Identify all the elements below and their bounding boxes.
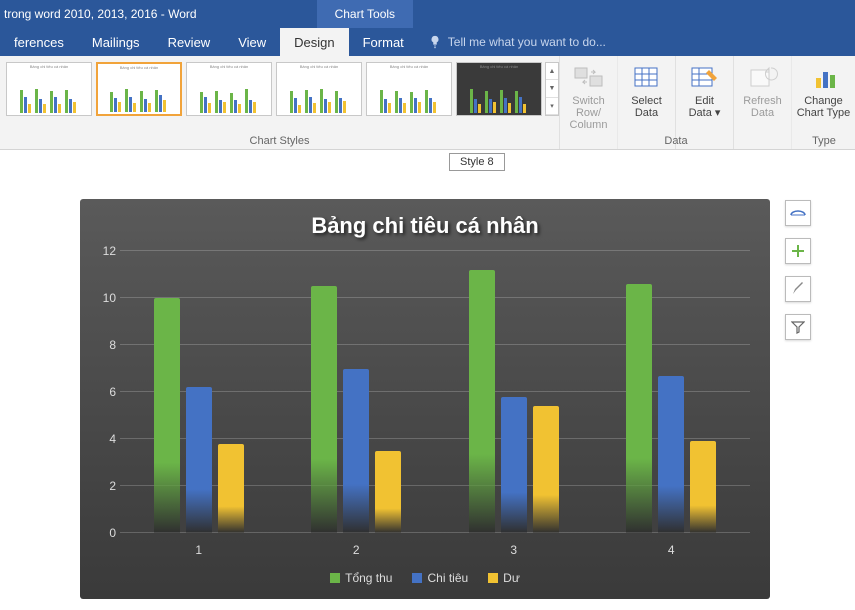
- select-data-icon: [631, 64, 663, 92]
- chart-side-buttons: [785, 200, 811, 340]
- chart-title[interactable]: Bảng chi tiêu cá nhân: [80, 199, 770, 245]
- legend-item[interactable]: Dư: [488, 571, 520, 585]
- contextual-tab-chart-tools[interactable]: Chart Tools: [317, 0, 413, 28]
- chart-type-icon: [808, 64, 840, 92]
- tab-view[interactable]: View: [224, 28, 280, 56]
- legend-item[interactable]: Chi tiêu: [412, 571, 468, 585]
- tab-references[interactable]: ferences: [0, 28, 78, 56]
- bar-Dư[interactable]: [375, 451, 401, 533]
- legend-swatch: [488, 573, 498, 583]
- y-tick: 2: [109, 479, 116, 493]
- group-label-type: Type: [792, 135, 855, 147]
- x-axis-labels: 1234: [120, 543, 750, 557]
- scroll-up-button[interactable]: ▲: [546, 63, 558, 80]
- tab-mailings[interactable]: Mailings: [78, 28, 154, 56]
- layout-icon: [790, 205, 806, 221]
- legend-label: Tổng thu: [345, 571, 392, 585]
- legend-swatch: [412, 573, 422, 583]
- bar-Tổng thu[interactable]: [626, 284, 652, 533]
- y-tick: 4: [109, 432, 116, 446]
- group-label-styles: Chart Styles: [0, 135, 559, 147]
- category-group: [593, 251, 751, 533]
- document-title: trong word 2010, 2013, 2016 - Word: [0, 7, 197, 21]
- style-thumb-3[interactable]: Bảng chi tiêu cá nhân: [186, 62, 272, 116]
- layout-options-button[interactable]: [785, 200, 811, 226]
- category-group: [278, 251, 436, 533]
- lightbulb-icon: [428, 35, 442, 49]
- bar-Chi tiêu[interactable]: [658, 376, 684, 533]
- legend-item[interactable]: Tổng thu: [330, 571, 392, 585]
- group-label-data: Data: [560, 135, 792, 147]
- chart-object[interactable]: Bảng chi tiêu cá nhân 024681012 1234 Tổn…: [80, 199, 770, 599]
- switch-rc-icon: [573, 64, 605, 92]
- plus-icon: [791, 244, 805, 258]
- y-axis: 024681012: [84, 251, 116, 533]
- tab-format[interactable]: Format: [349, 28, 418, 56]
- category-group: [435, 251, 593, 533]
- bar-Dư[interactable]: [690, 441, 716, 533]
- category-group: [120, 251, 278, 533]
- y-tick: 8: [109, 338, 116, 352]
- tell-me-search[interactable]: Tell me what you want to do...: [428, 35, 606, 49]
- legend-label: Chi tiêu: [427, 571, 468, 585]
- bar-Tổng thu[interactable]: [154, 298, 180, 533]
- refresh-icon: [747, 64, 779, 92]
- bar-Tổng thu[interactable]: [311, 286, 337, 533]
- y-tick: 0: [109, 526, 116, 540]
- tab-review[interactable]: Review: [154, 28, 225, 56]
- bar-Chi tiêu[interactable]: [186, 387, 212, 533]
- funnel-icon: [791, 320, 805, 334]
- edit-data-icon: [689, 64, 721, 92]
- ribbon: Bảng chi tiêu cá nhânBảng chi tiêu cá nh…: [0, 56, 855, 150]
- style-thumb-1[interactable]: Bảng chi tiêu cá nhân: [6, 62, 92, 116]
- bars-layer: [120, 251, 750, 533]
- style-thumb-5[interactable]: Bảng chi tiêu cá nhân: [366, 62, 452, 116]
- bar-Dư[interactable]: [533, 406, 559, 533]
- x-label: 1: [120, 543, 278, 557]
- chart-elements-button[interactable]: [785, 238, 811, 264]
- chart-filters-button[interactable]: [785, 314, 811, 340]
- legend-swatch: [330, 573, 340, 583]
- bar-Tổng thu[interactable]: [469, 270, 495, 533]
- bar-Dư[interactable]: [218, 444, 244, 533]
- x-label: 4: [593, 543, 751, 557]
- style-gallery-scroll: ▲ ▼ ▾: [545, 62, 559, 116]
- plot-area[interactable]: 024681012 1234: [120, 251, 750, 533]
- x-label: 2: [278, 543, 436, 557]
- y-tick: 12: [103, 244, 116, 258]
- style-tooltip: Style 8: [449, 153, 505, 171]
- style-thumb-6[interactable]: Bảng chi tiêu cá nhân: [456, 62, 542, 116]
- bar-Chi tiêu[interactable]: [343, 369, 369, 534]
- y-tick: 6: [109, 385, 116, 399]
- chart-styles-group: Bảng chi tiêu cá nhânBảng chi tiêu cá nh…: [0, 56, 560, 149]
- y-tick: 10: [103, 291, 116, 305]
- gallery-expand-button[interactable]: ▾: [546, 98, 558, 115]
- chart-styles-button[interactable]: [785, 276, 811, 302]
- tab-design[interactable]: Design: [280, 28, 348, 56]
- scroll-down-button[interactable]: ▼: [546, 80, 558, 97]
- brush-icon: [790, 281, 806, 297]
- style-thumb-2[interactable]: Bảng chi tiêu cá nhân: [96, 62, 182, 116]
- legend-label: Dư: [503, 571, 520, 585]
- x-label: 3: [435, 543, 593, 557]
- title-bar: trong word 2010, 2013, 2016 - Word Chart…: [0, 0, 855, 28]
- legend[interactable]: Tổng thu Chi tiêu Dư: [80, 571, 770, 585]
- ribbon-tabs: ferences Mailings Review View Design For…: [0, 28, 855, 56]
- style-thumb-4[interactable]: Bảng chi tiêu cá nhân: [276, 62, 362, 116]
- bar-Chi tiêu[interactable]: [501, 397, 527, 533]
